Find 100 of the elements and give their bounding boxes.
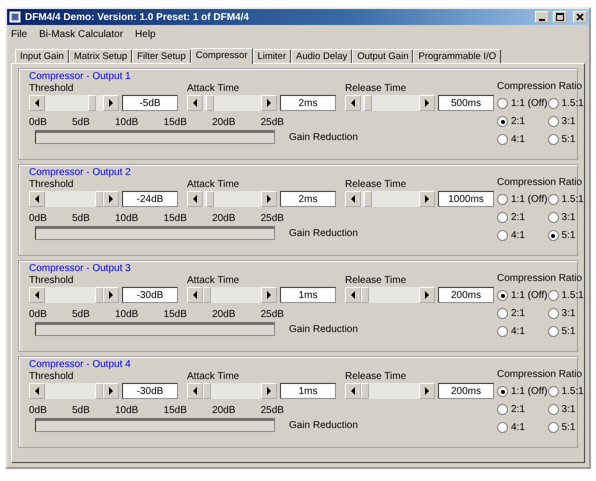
slider-thumb[interactable] <box>364 95 372 111</box>
slider-thumb[interactable] <box>203 383 211 399</box>
ratio-radio[interactable]: 1:1 (Off) <box>497 98 548 109</box>
threshold-slider[interactable] <box>29 383 119 399</box>
scroll-right-button[interactable] <box>103 383 119 399</box>
ratio-radio[interactable]: 4:1 <box>497 422 548 433</box>
slider-thumb[interactable] <box>361 383 369 399</box>
scroll-left-button[interactable] <box>345 95 361 111</box>
slider-thumb[interactable] <box>203 287 211 303</box>
scroll-left-button[interactable] <box>345 191 361 207</box>
ratio-radio[interactable]: 5:1 <box>548 326 584 337</box>
attack-time-field[interactable]: 1ms <box>280 287 336 303</box>
close-button[interactable] <box>573 11 587 23</box>
attack-time-slider[interactable] <box>187 287 277 303</box>
slider-thumb[interactable] <box>95 287 103 303</box>
ratio-radio[interactable]: 4:1 <box>497 134 548 145</box>
ratio-radio[interactable]: 2:1 <box>497 212 548 223</box>
ratio-radio[interactable]: 1.5:1 <box>548 194 584 205</box>
ratio-radio[interactable]: 2:1 <box>497 404 548 415</box>
ratio-radio[interactable]: 1:1 (Off) <box>497 290 548 301</box>
tab[interactable]: Filter Setup <box>132 49 191 63</box>
scroll-left-button[interactable] <box>29 95 45 111</box>
ratio-radio[interactable]: 3:1 <box>548 212 584 223</box>
ratio-radio[interactable]: 3:1 <box>548 308 584 319</box>
ratio-radio[interactable]: 1.5:1 <box>548 98 584 109</box>
slider-thumb[interactable] <box>88 95 96 111</box>
ratio-radio[interactable]: 5:1 <box>548 422 584 433</box>
threshold-slider[interactable] <box>29 95 119 111</box>
threshold-field[interactable]: -30dB <box>122 383 178 399</box>
scroll-left-button[interactable] <box>187 191 203 207</box>
tab[interactable]: Limiter <box>252 49 292 63</box>
release-time-slider[interactable] <box>345 383 435 399</box>
tab[interactable]: Audio Delay <box>291 49 352 63</box>
slider-thumb[interactable] <box>206 95 214 111</box>
tab[interactable]: Input Gain <box>15 49 69 63</box>
scroll-right-button[interactable] <box>103 191 119 207</box>
slider-thumb[interactable] <box>206 191 214 207</box>
ratio-radio[interactable]: 1:1 (Off) <box>497 194 548 205</box>
attack-time-field[interactable]: 2ms <box>280 191 336 207</box>
scroll-right-button[interactable] <box>419 95 435 111</box>
release-time-slider[interactable] <box>345 287 435 303</box>
ratio-radio[interactable]: 4:1 <box>497 326 548 337</box>
scroll-right-button[interactable] <box>103 287 119 303</box>
threshold-field[interactable]: -5dB <box>122 95 178 111</box>
attack-time-slider[interactable] <box>187 383 277 399</box>
release-time-slider[interactable] <box>345 191 435 207</box>
scroll-right-button[interactable] <box>261 383 277 399</box>
menu-item[interactable]: File <box>11 28 28 40</box>
attack-time-field[interactable]: 2ms <box>280 95 336 111</box>
ratio-radio[interactable]: 3:1 <box>548 404 584 415</box>
ratio-radio[interactable]: 1.5:1 <box>548 386 584 397</box>
scroll-left-button[interactable] <box>345 383 361 399</box>
minimize-button[interactable] <box>535 11 549 23</box>
scroll-right-button[interactable] <box>419 191 435 207</box>
scale-label: 10dB <box>114 309 138 320</box>
release-time-field[interactable]: 200ms <box>438 287 494 303</box>
threshold-field[interactable]: -30dB <box>122 287 178 303</box>
threshold-field[interactable]: -24dB <box>122 191 178 207</box>
scroll-left-button[interactable] <box>29 191 45 207</box>
tab[interactable]: Output Gain <box>352 49 414 63</box>
scroll-left-button[interactable] <box>29 287 45 303</box>
menu-item[interactable]: Help <box>135 28 156 40</box>
scroll-right-button[interactable] <box>261 191 277 207</box>
release-time-slider[interactable] <box>345 95 435 111</box>
ratio-radio[interactable]: 4:1 <box>497 230 548 241</box>
slider-thumb[interactable] <box>364 191 372 207</box>
maximize-button[interactable] <box>553 11 567 23</box>
scroll-left-button[interactable] <box>345 287 361 303</box>
ratio-radio[interactable]: 2:1 <box>497 116 548 127</box>
scroll-right-button[interactable] <box>419 383 435 399</box>
menu-item[interactable]: Bi-Mask Calculator <box>39 28 124 40</box>
release-time-field[interactable]: 200ms <box>438 383 494 399</box>
attack-time-field[interactable]: 1ms <box>280 383 336 399</box>
tab[interactable]: Matrix Setup <box>68 49 132 63</box>
ratio-radio[interactable]: 2:1 <box>497 308 548 319</box>
slider-thumb[interactable] <box>95 383 103 399</box>
tab[interactable]: Compressor <box>190 48 252 64</box>
attack-time-slider[interactable] <box>187 95 277 111</box>
slider-thumb[interactable] <box>361 287 369 303</box>
ratio-radio[interactable]: 5:1 <box>548 230 584 241</box>
ratio-radio[interactable]: 1.5:1 <box>548 290 584 301</box>
attack-time-slider[interactable] <box>187 191 277 207</box>
slider-thumb[interactable] <box>95 191 103 207</box>
group-title: Compressor - Output 2 <box>29 167 132 178</box>
tab[interactable]: Programmable I/O <box>413 49 502 63</box>
ratio-radio[interactable]: 5:1 <box>548 134 584 145</box>
ratio-radio[interactable]: 3:1 <box>548 116 584 127</box>
threshold-slider[interactable] <box>29 287 119 303</box>
scroll-right-button[interactable] <box>103 95 119 111</box>
release-time-field[interactable]: 500ms <box>438 95 494 111</box>
scroll-right-button[interactable] <box>261 287 277 303</box>
scroll-right-button[interactable] <box>419 287 435 303</box>
ratio-radio[interactable]: 1:1 (Off) <box>497 386 548 397</box>
scroll-left-button[interactable] <box>29 383 45 399</box>
scroll-right-button[interactable] <box>261 95 277 111</box>
scroll-left-button[interactable] <box>187 287 203 303</box>
release-time-field[interactable]: 1000ms <box>438 191 494 207</box>
scroll-left-button[interactable] <box>187 383 203 399</box>
threshold-slider[interactable] <box>29 191 119 207</box>
scroll-left-button[interactable] <box>187 95 203 111</box>
